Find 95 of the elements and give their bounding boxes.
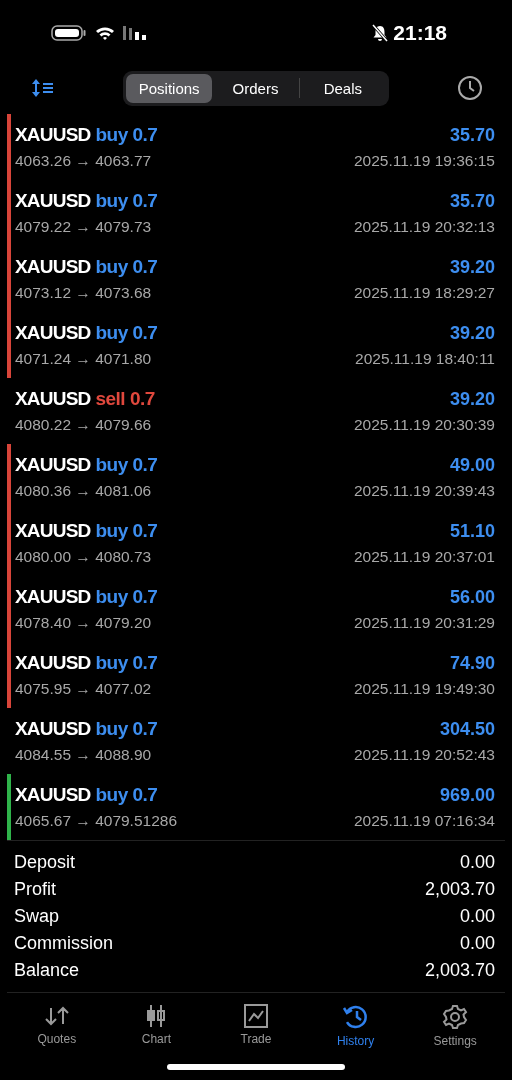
- signal-icon: [123, 25, 149, 41]
- deal-time: 2025.11.19 20:37:01: [353, 548, 495, 566]
- history-icon: [341, 1004, 370, 1030]
- symbol-label: XAUUSD: [15, 586, 91, 608]
- deal-time: 2025.11.19 18:29:27: [353, 284, 495, 302]
- price-range: 4080.36 → 4081.06: [15, 482, 152, 500]
- price-range: 4071.24 → 4071.80: [15, 350, 152, 368]
- side-volume: buy 0.7: [95, 520, 158, 542]
- symbol-label: XAUUSD: [15, 454, 91, 476]
- summary-value: 2,003.70: [424, 879, 495, 900]
- candlestick-icon: [145, 1004, 168, 1028]
- deal-time: 2025.11.19 20:52:43: [353, 746, 495, 764]
- symbol-label: XAUUSD: [15, 388, 91, 410]
- profit-value: 39.20: [449, 257, 495, 278]
- profit-value: 56.00: [449, 587, 495, 608]
- summary-value: 0.00: [459, 906, 495, 927]
- deal-row[interactable]: XAUUSD buy 0.7 969.00 4065.67 → 4079.51286 2025.11.19 07:16:34: [7, 774, 505, 840]
- price-range: 4065.67 → 4079.51286: [15, 812, 178, 830]
- symbol-label: XAUUSD: [15, 784, 91, 806]
- summary-label: Profit: [14, 879, 56, 900]
- side-volume: buy 0.7: [95, 784, 158, 806]
- symbol-label: XAUUSD: [15, 718, 91, 740]
- price-range: 4078.40 → 4079.20: [15, 614, 152, 632]
- arrows-icon: [43, 1004, 70, 1028]
- wifi-icon: [95, 25, 115, 41]
- nav-tab[interactable]: History: [310, 1003, 401, 1049]
- deal-row[interactable]: XAUUSD buy 0.7 35.70 4063.26 → 4063.77 2025.11.19 19:36:15: [7, 114, 505, 180]
- profit-value: 304.50: [439, 719, 495, 740]
- line-chart-icon: [244, 1004, 268, 1028]
- deal-row[interactable]: XAUUSD buy 0.7 35.70 4079.22 → 4079.73 2025.11.19 20:32:13: [7, 180, 505, 246]
- deal-time: 2025.11.19 20:31:29: [353, 614, 495, 632]
- side-volume: buy 0.7: [95, 718, 158, 740]
- deal-row[interactable]: XAUUSD buy 0.7 56.00 4078.40 → 4079.20 2025.11.19 20:31:29: [7, 576, 505, 642]
- side-volume: buy 0.7: [95, 454, 158, 476]
- side-volume: buy 0.7: [95, 256, 158, 278]
- nav-tab[interactable]: Trade: [211, 1003, 301, 1049]
- deal-time: 2025.11.19 18:40:11: [355, 350, 495, 368]
- deal-row[interactable]: XAUUSD buy 0.7 49.00 4080.36 → 4081.06 2025.11.19 20:39:43: [7, 444, 505, 510]
- side-volume: buy 0.7: [95, 652, 158, 674]
- deal-time: 2025.11.19 07:16:34: [353, 812, 495, 830]
- symbol-label: XAUUSD: [15, 322, 91, 344]
- deal-time: 2025.11.19 20:39:43: [353, 482, 495, 500]
- side-volume: buy 0.7: [95, 322, 158, 344]
- price-range: 4073.12 → 4073.68: [15, 284, 152, 302]
- profit-value: 51.10: [449, 521, 495, 542]
- side-volume: buy 0.7: [95, 124, 158, 146]
- summary-value: 0.00: [459, 933, 495, 954]
- profit-value: 969.00: [439, 785, 495, 806]
- deal-time: 2025.11.19 20:30:39: [353, 416, 495, 434]
- tab[interactable]: Deals: [299, 73, 386, 103]
- price-range: 4075.95 → 4077.02: [15, 680, 152, 698]
- deal-row[interactable]: XAUUSD buy 0.7 51.10 4080.00 → 4080.73 2025.11.19 20:37:01: [7, 510, 505, 576]
- symbol-label: XAUUSD: [15, 124, 91, 146]
- settings-icon: [442, 1004, 469, 1030]
- profit-value: 74.90: [449, 653, 495, 674]
- tab[interactable]: Orders: [212, 73, 299, 103]
- summary-label: Swap: [14, 906, 60, 927]
- profit-value: 39.20: [449, 323, 495, 344]
- deal-row[interactable]: XAUUSD sell 0.7 39.20 4080.22 → 4079.66 2025.11.19 20:30:39: [7, 378, 505, 444]
- price-range: 4080.00 → 4080.73: [15, 548, 152, 566]
- side-volume: buy 0.7: [95, 190, 158, 212]
- price-range: 4079.22 → 4079.73: [15, 218, 152, 236]
- summary-label: Deposit: [14, 852, 76, 873]
- side-volume: buy 0.7: [95, 586, 158, 608]
- deal-time: 2025.11.19 19:36:15: [353, 152, 495, 170]
- clock-time: 21:18: [393, 21, 447, 45]
- deal-row[interactable]: XAUUSD buy 0.7 304.50 4084.55 → 4088.90 2025.11.19 20:52:43: [7, 708, 505, 774]
- deal-time: 2025.11.19 19:49:30: [353, 680, 495, 698]
- price-range: 4080.22 → 4079.66: [15, 416, 152, 434]
- clock-icon[interactable]: [457, 75, 483, 101]
- battery-icon: [51, 25, 87, 41]
- summary-value: 2,003.70: [424, 960, 495, 981]
- profit-value: 35.70: [449, 125, 495, 146]
- side-volume: sell 0.7: [95, 388, 155, 410]
- nav-tab[interactable]: Settings: [410, 1003, 501, 1049]
- nav-tab[interactable]: Chart: [111, 1003, 202, 1049]
- deal-row[interactable]: XAUUSD buy 0.7 39.20 4071.24 → 4071.80 2025.11.19 18:40:11: [7, 312, 505, 378]
- symbol-label: XAUUSD: [15, 520, 91, 542]
- profit-value: 49.00: [449, 455, 495, 476]
- profit-value: 35.70: [449, 191, 495, 212]
- deal-time: 2025.11.19 20:32:13: [353, 218, 495, 236]
- tab[interactable]: Positions: [126, 73, 213, 103]
- profit-value: 39.20: [449, 389, 495, 410]
- symbol-label: XAUUSD: [15, 652, 91, 674]
- deal-row[interactable]: XAUUSD buy 0.7 39.20 4073.12 → 4073.68 2025.11.19 18:29:27: [7, 246, 505, 312]
- sort-icon[interactable]: [31, 78, 55, 98]
- summary-label: Balance: [14, 960, 80, 981]
- summary-value: 0.00: [459, 852, 495, 873]
- symbol-label: XAUUSD: [15, 256, 91, 278]
- deal-row[interactable]: XAUUSD buy 0.7 74.90 4075.95 → 4077.02 2025.11.19 19:49:30: [7, 642, 505, 708]
- price-range: 4063.26 → 4063.77: [15, 152, 152, 170]
- summary-label: Commission: [14, 933, 114, 954]
- nav-tab[interactable]: Quotes: [11, 1003, 102, 1049]
- symbol-label: XAUUSD: [15, 190, 91, 212]
- price-range: 4084.55 → 4088.90: [15, 746, 152, 764]
